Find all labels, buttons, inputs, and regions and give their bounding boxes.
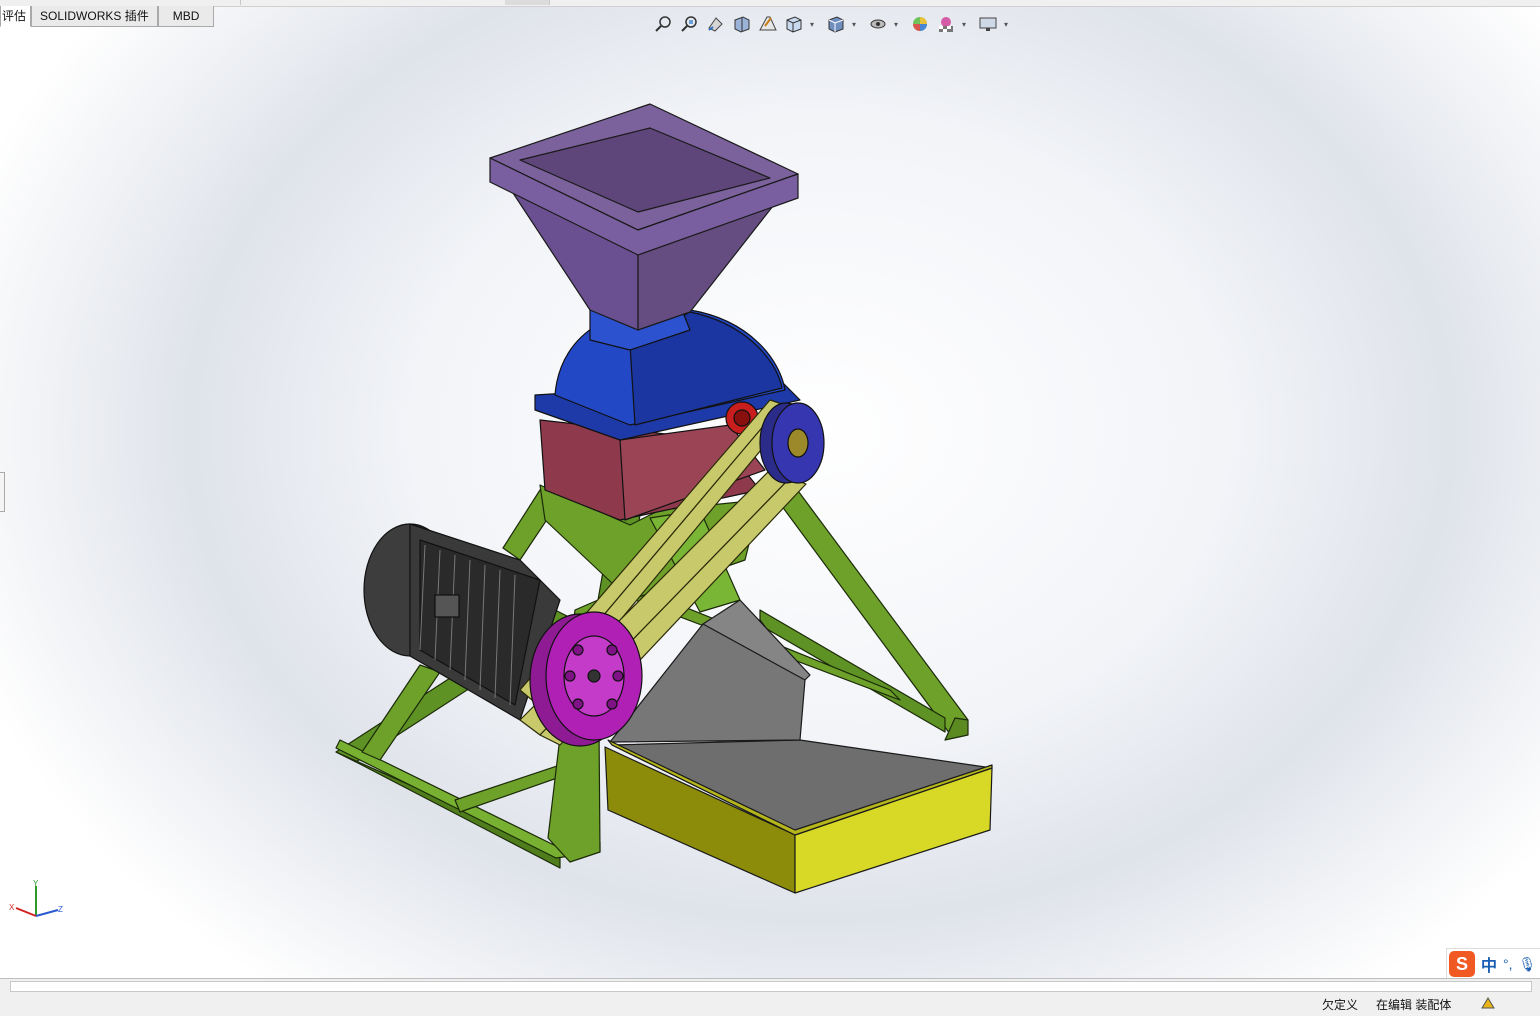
- hopper[interactable]: [489, 103, 799, 331]
- reference-triad: Y X Z: [8, 879, 68, 925]
- horizontal-scrollbar[interactable]: [0, 978, 1540, 994]
- hammer-mill-assembly-model[interactable]: [0, 0, 1540, 978]
- ime-punctuation[interactable]: °,: [1503, 956, 1513, 972]
- triad-x-label: X: [9, 903, 15, 912]
- sogou-logo-icon[interactable]: S: [1449, 951, 1475, 977]
- triad-y-label: Y: [33, 880, 39, 888]
- rebuild-icon[interactable]: [1480, 996, 1496, 1013]
- ime-language[interactable]: 中: [1481, 952, 1497, 976]
- status-bar: 欠定义 在编辑 装配体: [0, 993, 1540, 1016]
- triad-z-label: Z: [58, 905, 63, 914]
- microphone-icon[interactable]: 🎙: [1519, 956, 1537, 973]
- mill-pulley[interactable]: [759, 402, 825, 484]
- definition-status: 欠定义: [1322, 998, 1359, 1012]
- scrollbar-thumb[interactable]: [10, 981, 1532, 992]
- edit-mode-status: 在编辑 装配体: [1376, 998, 1452, 1012]
- ime-toolbar[interactable]: S 中 °, 🎙: [1446, 948, 1540, 980]
